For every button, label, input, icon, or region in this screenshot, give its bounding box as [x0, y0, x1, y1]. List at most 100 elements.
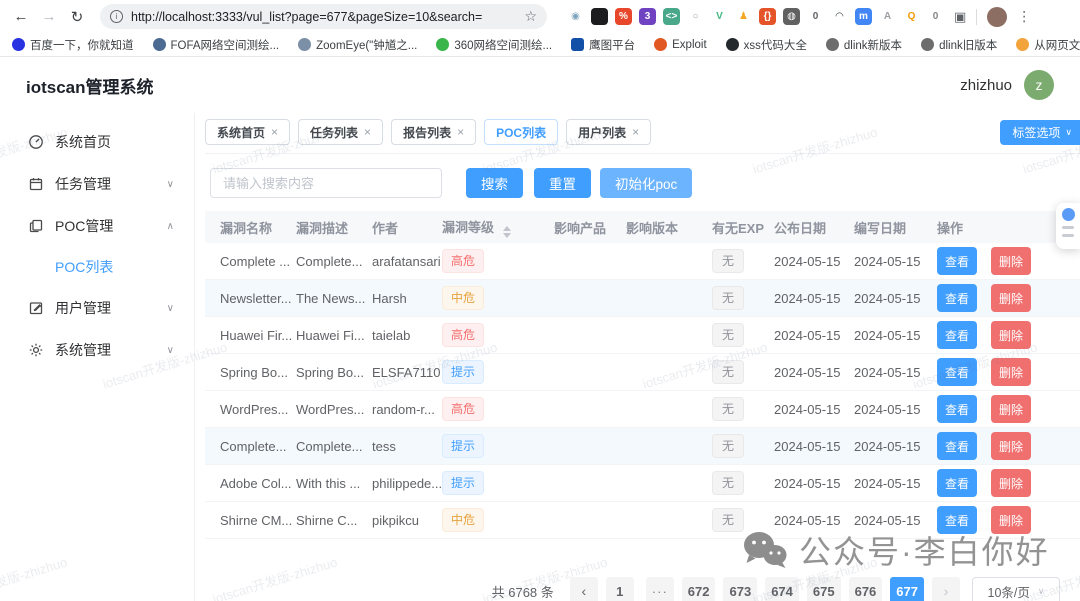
view-button[interactable]: 查看	[937, 432, 977, 460]
sidebar-item-users[interactable]: 用户管理 ∨	[0, 287, 194, 329]
page-button[interactable]: 677	[890, 577, 924, 601]
extension-icon[interactable]: V	[711, 8, 728, 25]
sidebar-item-system[interactable]: 系统管理 ∨	[0, 329, 194, 371]
extension-icon[interactable]: ◠	[831, 8, 848, 25]
cell-author: taielab	[372, 328, 442, 343]
page-size-select[interactable]: 10条/页 ∨	[972, 577, 1060, 601]
extension-icon[interactable]: Q	[903, 8, 920, 25]
site-info-icon[interactable]: i	[110, 10, 123, 23]
view-button[interactable]: 查看	[937, 395, 977, 423]
sort-icon[interactable]	[503, 226, 511, 238]
extension-icon[interactable]: %	[615, 8, 632, 25]
page-button[interactable]: 674	[765, 577, 799, 601]
page-button[interactable]: 675	[807, 577, 841, 601]
view-button[interactable]: 查看	[937, 506, 977, 534]
view-button[interactable]: 查看	[937, 469, 977, 497]
browser-toolbar: ← → ↻ i http://localhost:3333/vul_list?p…	[0, 0, 1080, 33]
browser-menu-icon[interactable]: ⋮	[1017, 8, 1032, 25]
tab-close-icon[interactable]: ×	[457, 125, 464, 139]
cell-desc: The News...	[296, 291, 372, 306]
bookmark-item[interactable]: dlink新版本	[826, 37, 902, 53]
view-button[interactable]: 查看	[937, 321, 977, 349]
extension-icon[interactable]: 3	[639, 8, 656, 25]
extension-icon[interactable]: <>	[663, 8, 680, 25]
bookmark-item[interactable]: FOFA网络空间测绘...	[153, 37, 280, 53]
delete-button[interactable]: 删除	[991, 358, 1031, 386]
floating-side-widget[interactable]	[1056, 203, 1080, 249]
tab-item[interactable]: 系统首页×	[205, 119, 290, 145]
url-bar[interactable]: i http://localhost:3333/vul_list?page=67…	[100, 4, 547, 29]
bookmark-star-icon[interactable]: ☆	[524, 8, 537, 25]
delete-button[interactable]: 删除	[991, 469, 1031, 497]
tab-close-icon[interactable]: ×	[364, 125, 371, 139]
page-button[interactable]: 673	[723, 577, 757, 601]
browser-profile-avatar[interactable]	[987, 7, 1007, 27]
forward-button[interactable]: →	[38, 6, 60, 28]
sidebar-item-tasks[interactable]: 任务管理 ∨	[0, 163, 194, 205]
bookmark-item[interactable]: 鹰图平台	[571, 37, 635, 53]
view-button[interactable]: 查看	[937, 284, 977, 312]
exp-badge: 无	[712, 286, 744, 310]
delete-button[interactable]: 删除	[991, 321, 1031, 349]
delete-button[interactable]: 删除	[991, 506, 1031, 534]
delete-button[interactable]: 删除	[991, 284, 1031, 312]
search-button[interactable]: 搜索	[466, 168, 523, 198]
delete-button[interactable]: 删除	[991, 395, 1031, 423]
url-text[interactable]: http://localhost:3333/vul_list?page=677&…	[131, 10, 516, 24]
extension-icon[interactable]: ○	[687, 8, 704, 25]
app-title: iotscan管理系统	[26, 73, 154, 98]
bookmark-item[interactable]: 从网页文本中提取...	[1016, 37, 1080, 53]
view-button[interactable]: 查看	[937, 358, 977, 386]
sidebar-item-dashboard[interactable]: 系统首页	[0, 121, 194, 163]
bookmark-item[interactable]: 360网络空间测绘...	[436, 37, 552, 53]
view-button[interactable]: 查看	[937, 247, 977, 275]
bookmark-item[interactable]: Exploit	[654, 38, 707, 51]
delete-button[interactable]: 删除	[991, 432, 1031, 460]
extensions-puzzle-icon[interactable]: ▣	[954, 9, 966, 25]
chevron-up-icon: ∧	[167, 221, 174, 232]
page-button[interactable]: 1	[606, 577, 634, 601]
chevron-down-icon: ∨	[1038, 586, 1045, 597]
page-size-value: 10条/页	[988, 582, 1030, 601]
tab-item[interactable]: 用户列表×	[566, 119, 651, 145]
tab-item[interactable]: 任务列表×	[298, 119, 383, 145]
prev-page-button[interactable]: ‹	[570, 577, 598, 601]
page-button[interactable]: 672	[682, 577, 716, 601]
extension-icon[interactable]: m	[855, 8, 872, 25]
tab-item[interactable]: 报告列表×	[391, 119, 476, 145]
sidebar-item-poc-list-active[interactable]: POC列表	[0, 247, 194, 287]
delete-button[interactable]: 删除	[991, 247, 1031, 275]
extension-icon[interactable]: ♟	[735, 8, 752, 25]
bookmark-item[interactable]: 百度一下，你就知道	[12, 37, 134, 53]
level-badge: 提示	[442, 360, 484, 384]
exp-badge: 无	[712, 397, 744, 421]
user-avatar[interactable]: z	[1024, 70, 1054, 100]
reload-button[interactable]: ↻	[66, 6, 88, 28]
extension-icon[interactable]: 0	[927, 8, 944, 25]
extension-icon[interactable]	[591, 8, 608, 25]
extension-icon[interactable]: ◉	[567, 8, 584, 25]
tag-options-button[interactable]: 标签选项 ∨	[1000, 120, 1080, 145]
next-page-button[interactable]: ›	[932, 577, 960, 601]
cell-publish-date: 2024-05-15	[774, 328, 854, 343]
page-ellipsis[interactable]: ···	[646, 577, 674, 601]
reset-button[interactable]: 重置	[534, 168, 591, 198]
tab-close-icon[interactable]: ×	[271, 125, 278, 139]
extension-icon[interactable]: {}	[759, 8, 776, 25]
tab-close-icon[interactable]: ×	[632, 125, 639, 139]
column-header-level[interactable]: 漏洞等级	[442, 217, 554, 238]
bookmark-item[interactable]: ZoomEye("钟馗之...	[298, 37, 417, 53]
tag-options-label: 标签选项	[1012, 124, 1060, 141]
extension-icon[interactable]: A	[879, 8, 896, 25]
username[interactable]: zhizhuo	[960, 77, 1012, 94]
back-button[interactable]: ←	[10, 6, 32, 28]
bookmark-item[interactable]: dlink旧版本	[921, 37, 997, 53]
sidebar-item-poc[interactable]: POC管理 ∧	[0, 205, 194, 247]
extension-icon[interactable]: 0	[807, 8, 824, 25]
search-input[interactable]	[210, 168, 442, 198]
page-button[interactable]: 676	[849, 577, 883, 601]
extension-icon[interactable]: ◍	[783, 8, 800, 25]
bookmark-item[interactable]: xss代码大全	[726, 37, 807, 53]
tab-active[interactable]: POC列表	[484, 119, 558, 145]
init-poc-button[interactable]: 初始化poc	[600, 168, 692, 198]
